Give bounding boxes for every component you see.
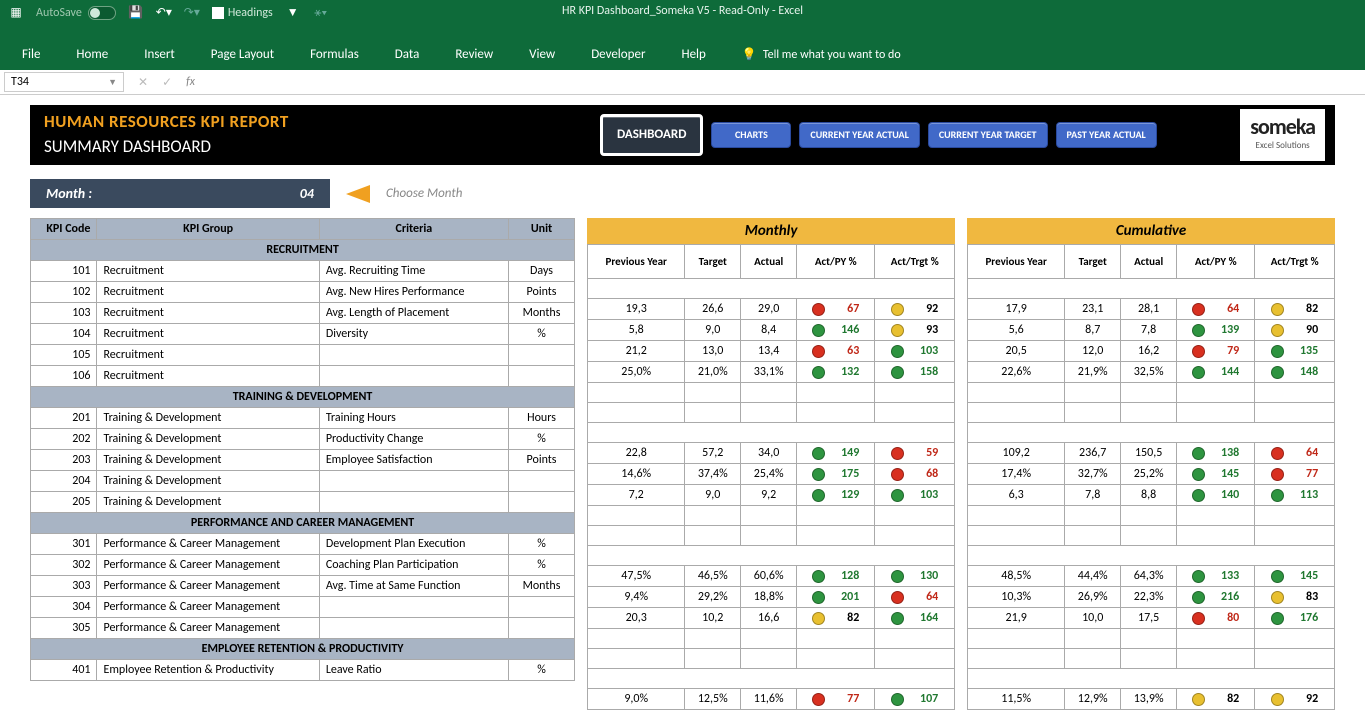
kpi-row[interactable]: 305Performance & Career Management [31,618,575,639]
tab-page-layout[interactable]: Page Layout [205,39,280,70]
kpi-row[interactable]: 203Training & DevelopmentEmployee Satisf… [31,450,575,471]
group-header: TRAINING & DEVELOPMENT [31,387,575,408]
report-subtitle: SUMMARY DASHBOARD [44,136,576,157]
ribbon-tabs: File Home Insert Page Layout Formulas Da… [0,25,1365,70]
choose-month-hint: Choose Month [386,186,462,201]
undo-icon[interactable]: ↶▾ [156,5,172,21]
month-box[interactable]: Month : 04 [30,179,330,208]
redo-icon[interactable]: ↷▾ [184,5,200,21]
tab-home[interactable]: Home [70,39,114,70]
kpi-row[interactable]: 103RecruitmentAvg. Length of PlacementMo… [31,303,575,324]
someka-logo: someka Excel Solutions [1240,109,1325,161]
kpi-row[interactable]: 302Performance & Career ManagementCoachi… [31,555,575,576]
app-icon: ▦ [8,5,24,21]
tab-data[interactable]: Data [389,39,426,70]
ribbon: HR KPI Dashboard_Someka V5 - Read-Only -… [0,0,1365,70]
cumulative-panel: Cumulative Previous Year Target Actual A… [967,218,1335,710]
kpi-row[interactable]: 301Performance & Career ManagementDevelo… [31,534,575,555]
name-box[interactable]: T34 ▼ [4,72,124,92]
kpi-row[interactable]: 205Training & Development [31,492,575,513]
cumulative-table: Previous Year Target Actual Act/PY % Act… [967,244,1335,710]
col-unit: Unit [508,219,574,240]
cy-target-button[interactable]: CURRENT YEAR TARGET [928,122,1048,148]
kpi-row[interactable]: 204Training & Development [31,471,575,492]
col-actpy: Act/PY % [797,245,875,279]
enter-icon[interactable]: ✓ [162,75,172,90]
group-header: EMPLOYEE RETENTION & PRODUCTIVITY [31,639,575,660]
dropdown-icon: ▼ [108,77,117,88]
kpi-row[interactable]: 202Training & DevelopmentProductivity Ch… [31,429,575,450]
cancel-icon[interactable]: ✕ [138,75,148,90]
kpi-row[interactable]: 304Performance & Career Management [31,597,575,618]
col-target: Target [685,245,741,279]
monthly-table: Previous Year Target Actual Act/PY % Act… [587,244,955,710]
kpi-row[interactable]: 102RecruitmentAvg. New Hires Performance… [31,282,575,303]
monthly-panel: Monthly Previous Year Target Actual Act/… [587,218,955,710]
lightbulb-icon: 💡 [742,47,757,62]
kpi-row[interactable]: 401Employee Retention & ProductivityLeav… [31,660,575,681]
kpi-list-panel: KPI Code KPI Group Criteria Unit RECRUIT… [30,218,575,710]
cumulative-title: Cumulative [967,218,1335,244]
kpi-row[interactable]: 106Recruitment [31,366,575,387]
kpi-row[interactable]: 303Performance & Career ManagementAvg. T… [31,576,575,597]
kpi-row[interactable]: 101RecruitmentAvg. Recruiting TimeDays [31,261,575,282]
col-acttrgt: Act/Trgt % [1255,245,1335,279]
filter-icon[interactable]: ▼ [285,5,301,21]
group-header: RECRUITMENT [31,240,575,261]
report-header: HUMAN RESOURCES KPI REPORT SUMMARY DASHB… [30,105,1335,165]
save-icon[interactable]: 💾 [128,5,144,21]
tab-developer[interactable]: Developer [585,39,651,70]
col-actual: Actual [1121,245,1177,279]
kpi-grid: KPI Code KPI Group Criteria Unit RECRUIT… [30,218,1335,710]
col-acttrgt: Act/Trgt % [875,245,955,279]
tab-insert[interactable]: Insert [138,39,181,70]
formula-bar: T34 ▼ ✕ ✓ fx [0,70,1365,95]
col-prev: Previous Year [588,245,685,279]
col-target: Target [1065,245,1121,279]
toggle-off-icon [88,6,116,20]
month-selector-row: Month : 04 Choose Month [30,179,1335,208]
fx-icon[interactable]: fx [186,75,195,90]
py-actual-button[interactable]: PAST YEAR ACTUAL [1056,122,1157,148]
tab-view[interactable]: View [523,39,561,70]
dashboard-button[interactable]: DASHBOARD [600,114,703,156]
col-kpi-code: KPI Code [31,219,97,240]
autosave-toggle[interactable]: AutoSave [36,6,116,20]
kpi-list-table: KPI Code KPI Group Criteria Unit RECRUIT… [30,218,575,681]
charts-button[interactable]: CHARTS [711,122,791,148]
report-title: HUMAN RESOURCES KPI REPORT [44,111,576,132]
nav-buttons: DASHBOARD CHARTS CURRENT YEAR ACTUAL CUR… [590,105,1167,165]
sort-icon[interactable]: ⚹▾ [313,5,329,21]
checkbox-icon [212,7,224,19]
tab-help[interactable]: Help [675,39,711,70]
col-criteria: Criteria [319,219,508,240]
monthly-title: Monthly [587,218,955,244]
tab-review[interactable]: Review [449,39,499,70]
col-actpy: Act/PY % [1177,245,1255,279]
group-header: PERFORMANCE AND CAREER MANAGEMENT [31,513,575,534]
dashboard-sheet: HUMAN RESOURCES KPI REPORT SUMMARY DASHB… [0,95,1365,720]
tab-file[interactable]: File [16,39,46,70]
col-actual: Actual [741,245,797,279]
arrow-left-icon [346,185,370,203]
col-prev: Previous Year [968,245,1065,279]
tab-formulas[interactable]: Formulas [304,39,365,70]
cy-actual-button[interactable]: CURRENT YEAR ACTUAL [799,122,919,148]
headings-toggle[interactable]: Headings [212,6,273,20]
kpi-row[interactable]: 105Recruitment [31,345,575,366]
kpi-row[interactable]: 104RecruitmentDiversity% [31,324,575,345]
title-bar: HR KPI Dashboard_Someka V5 - Read-Only -… [562,4,803,18]
kpi-row[interactable]: 201Training & DevelopmentTraining HoursH… [31,408,575,429]
tell-me[interactable]: 💡 Tell me what you want to do [736,39,907,70]
col-kpi-group: KPI Group [97,219,319,240]
